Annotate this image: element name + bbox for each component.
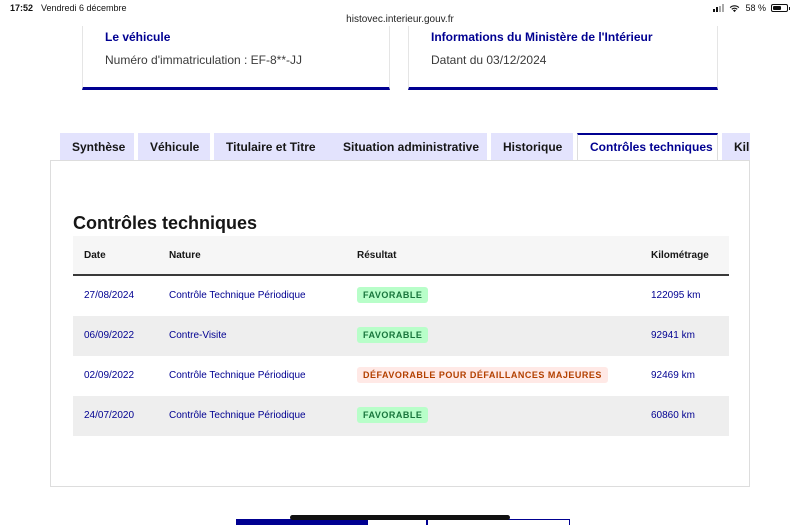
row-date: 27/08/2024 — [84, 290, 135, 301]
tab-bar: Synthèse Véhicule Titulaire et Titre Sit… — [60, 133, 750, 161]
status-date: Vendredi 6 décembre — [41, 3, 127, 13]
tab-panel: Contrôles techniques Date Nature Résulta… — [50, 160, 750, 487]
vehicle-card-title: Le véhicule — [105, 30, 171, 44]
column-header-nature: Nature — [169, 250, 201, 261]
ministry-card-title: Informations du Ministère de l'Intérieur — [431, 30, 653, 44]
status-time: 17:52 — [10, 3, 34, 13]
panel-title: Contrôles techniques — [73, 213, 258, 233]
column-header-date: Date — [84, 250, 106, 261]
row-km: 122095 km — [651, 290, 701, 301]
row-nature: Contrôle Technique Périodique — [169, 370, 306, 381]
home-indicator[interactable] — [290, 515, 510, 520]
row-nature: Contre-Visite — [169, 330, 227, 341]
ministry-card: Informations du Ministère de l'Intérieur… — [408, 26, 718, 90]
tab-situation-administrative[interactable]: Situation administrative — [331, 133, 487, 161]
row-km: 92941 km — [651, 330, 695, 341]
ministry-date: Datant du 03/12/2024 — [431, 53, 547, 67]
column-header-result: Résultat — [357, 250, 397, 261]
vehicle-card: Le véhicule Numéro d'immatriculation : E… — [82, 26, 390, 90]
row-date: 02/09/2022 — [84, 370, 135, 381]
row-km: 60860 km — [651, 410, 695, 421]
status-badge: FAVORABLE — [357, 287, 429, 304]
cellular-signal-icon — [713, 4, 725, 12]
status-indicators: 58 % — [713, 3, 790, 13]
tab-controles-techniques[interactable]: Contrôles techniques — [577, 133, 718, 161]
row-nature: Contrôle Technique Périodique — [169, 290, 306, 301]
inspections-table: Date Nature Résultat Kilométrage 27/08/2… — [73, 236, 729, 436]
row-result: FAVORABLE — [357, 276, 429, 316]
row-nature: Contrôle Technique Périodique — [169, 410, 306, 421]
row-date: 24/07/2020 — [84, 410, 135, 421]
row-result: FAVORABLE — [357, 316, 429, 356]
tab-synthese[interactable]: Synthèse — [60, 133, 134, 161]
address-bar[interactable]: histovec.interieur.gouv.fr — [0, 14, 800, 25]
table-row: 02/09/2022 Contrôle Technique Périodique… — [73, 356, 729, 396]
row-km: 92469 km — [651, 370, 695, 381]
tab-vehicule[interactable]: Véhicule — [138, 133, 210, 161]
row-date: 06/09/2022 — [84, 330, 135, 341]
table-header: Date Nature Résultat Kilométrage — [73, 236, 729, 276]
registration-number: Numéro d'immatriculation : EF-8**-JJ — [105, 53, 303, 67]
table-row: 27/08/2024 Contrôle Technique Périodique… — [73, 276, 729, 316]
tab-kilometrage[interactable]: Kil — [722, 133, 750, 161]
tab-historique[interactable]: Historique — [491, 133, 573, 161]
battery-icon — [771, 4, 790, 12]
table-body: 27/08/2024 Contrôle Technique Périodique… — [73, 276, 729, 436]
row-result: FAVORABLE — [357, 396, 429, 436]
table-row: 24/07/2020 Contrôle Technique Périodique… — [73, 396, 729, 436]
column-header-km: Kilométrage — [651, 250, 709, 261]
status-badge: DÉFAVORABLE POUR DÉFAILLANCES MAJEURES — [357, 367, 608, 384]
row-result: DÉFAVORABLE POUR DÉFAILLANCES MAJEURES — [357, 356, 608, 396]
battery-percent: 58 % — [745, 3, 766, 13]
table-row: 06/09/2022 Contre-Visite FAVORABLE 92941… — [73, 316, 729, 356]
status-badge: FAVORABLE — [357, 327, 429, 344]
wifi-icon — [730, 4, 740, 12]
status-badge: FAVORABLE — [357, 407, 429, 424]
